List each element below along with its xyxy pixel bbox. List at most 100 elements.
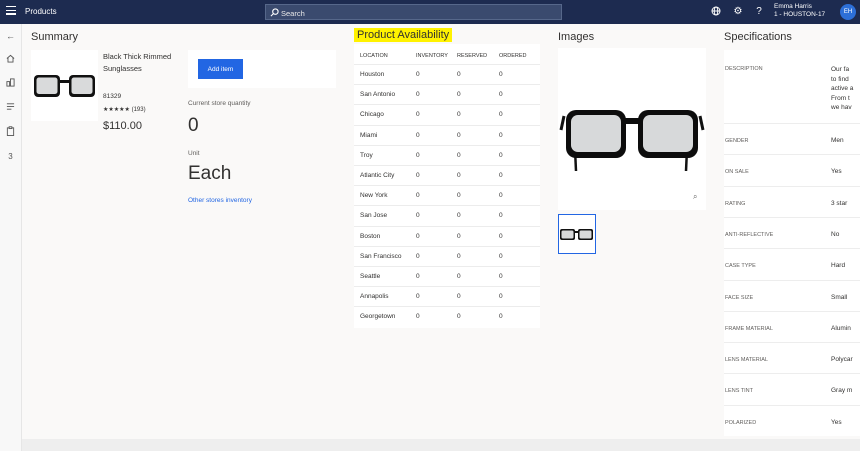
- review-count[interactable]: (193): [132, 107, 146, 113]
- help-icon[interactable]: ?: [753, 6, 765, 18]
- ordered-cell: 0: [499, 192, 503, 200]
- location-cell: Houston: [360, 71, 385, 78]
- spec-key: LENS TINT: [725, 388, 754, 395]
- location-cell: Boston: [360, 232, 381, 240]
- avatar[interactable]: EH: [840, 4, 856, 20]
- spec-row: POLARIZED Yes: [724, 404, 860, 436]
- product-price: $110.00: [103, 120, 142, 132]
- ordered-cell: 0: [499, 232, 503, 240]
- top-bar: Products Search ⚙ ? Emma Harris 1 - HOUS…: [0, 0, 860, 24]
- inventory-cell: 0: [416, 313, 420, 321]
- ordered-cell: 0: [499, 212, 503, 220]
- inventory-cell: 0: [416, 91, 420, 99]
- search-input[interactable]: Search: [265, 4, 562, 20]
- table-row[interactable]: Seattle 0 0 0: [354, 266, 540, 286]
- reserved-cell: 0: [457, 91, 461, 99]
- reserved-cell: 0: [457, 172, 461, 179]
- table-row[interactable]: San Francisco 0 0 0: [354, 245, 540, 266]
- ordered-cell: 0: [499, 293, 503, 301]
- table-row[interactable]: San Antonio 0 0 0: [354, 84, 540, 104]
- table-row[interactable]: New York 0 0 0: [354, 185, 540, 205]
- table-row[interactable]: Georgetown 0 0 0: [354, 306, 540, 326]
- hamburger-icon[interactable]: [6, 6, 16, 16]
- add-item-button[interactable]: Add item: [198, 59, 243, 79]
- inventory-cell: 0: [416, 232, 420, 240]
- ordered-cell: 0: [499, 273, 503, 280]
- user-name: Emma Harris: [774, 3, 812, 10]
- table-row[interactable]: Houston 0 0 0: [354, 64, 540, 84]
- gear-icon[interactable]: ⚙: [732, 6, 744, 18]
- column-header-inventory[interactable]: INVENTORY: [416, 53, 448, 59]
- reserved-cell: 0: [457, 131, 461, 139]
- ordered-cell: 0: [499, 91, 503, 99]
- inventory-cell: 0: [416, 151, 420, 159]
- reserved-cell: 0: [457, 111, 461, 119]
- description-line: we hav: [831, 104, 852, 111]
- spec-value: Polycar: [831, 356, 853, 364]
- product-rating: ★★★★★ (193): [103, 106, 146, 113]
- image-thumbnail[interactable]: [558, 214, 596, 254]
- table-row[interactable]: Troy 0 0 0: [354, 144, 540, 165]
- bottom-strip: [22, 439, 860, 451]
- inventory-cell: 0: [416, 212, 420, 220]
- reserved-cell: 0: [457, 192, 461, 200]
- availability-title: Product Availability: [354, 28, 453, 42]
- location-cell: New York: [360, 192, 388, 200]
- list-icon[interactable]: [4, 102, 17, 115]
- inventory-cell: 0: [416, 71, 420, 78]
- spec-row: ANTI-REFLECTIVE No: [724, 216, 860, 248]
- spec-value: No: [831, 230, 840, 238]
- column-header-location[interactable]: LOCATION: [360, 53, 388, 59]
- spec-key: DESCRIPTION: [725, 66, 763, 72]
- spec-key: ANTI-REFLECTIVE: [725, 231, 774, 238]
- location-cell: Annapolis: [360, 293, 389, 301]
- location-cell: Seattle: [360, 273, 381, 280]
- reserved-cell: 0: [457, 293, 461, 301]
- spec-row: ON SALE Yes: [724, 154, 860, 185]
- unit-value: Each: [188, 163, 232, 184]
- back-icon[interactable]: ←: [4, 30, 17, 43]
- summary-title: Summary: [31, 31, 79, 43]
- spec-key: FACE SIZE: [725, 294, 754, 301]
- ordered-cell: 0: [499, 313, 503, 321]
- spec-key: RATING: [725, 200, 746, 207]
- ordered-cell: 0: [499, 172, 503, 179]
- ordered-cell: 0: [499, 151, 503, 159]
- user-info[interactable]: Emma Harris 1 - HOUSTON-17: [774, 3, 825, 19]
- globe-icon[interactable]: [710, 6, 722, 18]
- location-cell: Georgetown: [360, 313, 396, 321]
- main-product-image[interactable]: [558, 48, 706, 210]
- location-cell: Chicago: [360, 111, 384, 119]
- table-row[interactable]: Miami 0 0 0: [354, 124, 540, 145]
- ordered-cell: 0: [499, 71, 503, 78]
- table-row[interactable]: Atlantic City 0 0 0: [354, 165, 540, 185]
- inventory-cell: 0: [416, 252, 420, 260]
- inventory-cell: 0: [416, 273, 420, 280]
- spec-row: LENS MATERIAL Polycar: [724, 342, 860, 373]
- table-row[interactable]: Boston 0 0 0: [354, 225, 540, 246]
- product-name: Black Thick Rimmed Sunglasses: [103, 52, 172, 73]
- spec-value: 3 star: [831, 199, 848, 207]
- table-row[interactable]: Annapolis 0 0 0: [354, 286, 540, 306]
- table-row[interactable]: San Jose 0 0 0: [354, 205, 540, 225]
- column-header-reserved[interactable]: RESERVED: [457, 53, 487, 59]
- column-header-ordered[interactable]: ORDERED: [499, 53, 527, 59]
- product-image[interactable]: [31, 50, 98, 121]
- description-line: From t: [831, 94, 850, 102]
- clipboard-icon[interactable]: [4, 126, 17, 139]
- table-row[interactable]: Chicago 0 0 0: [354, 104, 540, 124]
- home-icon[interactable]: [4, 54, 17, 67]
- org-icon[interactable]: [4, 78, 17, 91]
- specs-title: Specifications: [724, 31, 792, 43]
- other-stores-link[interactable]: Other stores inventory: [188, 197, 252, 204]
- zoom-icon[interactable]: ⌕: [693, 192, 697, 202]
- location-cell: San Antonio: [360, 91, 396, 99]
- product-id: 81329: [103, 93, 122, 100]
- spec-row: RATING 3 star: [724, 185, 860, 217]
- inventory-cell: 0: [416, 293, 420, 301]
- rail-badge[interactable]: 3: [4, 150, 17, 163]
- reserved-cell: 0: [457, 252, 461, 260]
- spec-value: Yes: [831, 168, 842, 176]
- spec-key: POLARIZED: [725, 419, 757, 426]
- location-cell: Miami: [360, 131, 378, 139]
